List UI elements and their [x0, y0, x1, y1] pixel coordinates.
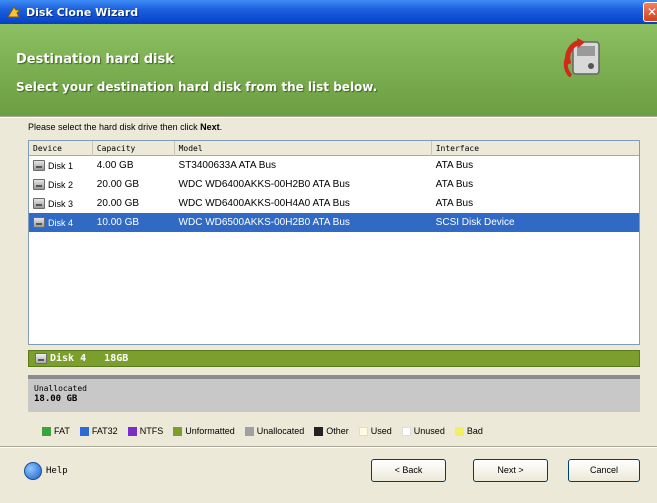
legend-swatch — [314, 426, 324, 436]
help-link[interactable]: Help — [24, 462, 68, 480]
device-cell: Disk 4 — [29, 217, 93, 228]
table-row-disk-3[interactable]: Disk 3 20.00 GB WDC WD6400AKKS-00H4A0 AT… — [29, 194, 639, 213]
legend-item-other: Other — [314, 426, 349, 436]
legend-label: FAT — [54, 426, 70, 436]
disk-clone-icon — [559, 36, 609, 82]
window-title: Disk Clone Wizard — [26, 5, 139, 19]
legend-item-ntfs: NTFS — [127, 426, 164, 436]
capacity-cell: 20.00 GB — [96, 198, 140, 209]
instruction-prefix: Please select the hard disk drive then c… — [28, 122, 201, 132]
legend-item-fat32: FAT32 — [79, 426, 118, 436]
page-title: Destination hard disk — [16, 52, 174, 67]
list-header: Device Capacity Model Interface — [29, 141, 639, 156]
column-header-model[interactable]: Model — [175, 141, 432, 156]
close-button[interactable]: ✕ — [643, 2, 657, 22]
legend-label: Unformatted — [185, 426, 235, 436]
legend-swatch — [42, 426, 51, 436]
interface-cell: ATA Bus — [435, 160, 474, 171]
legend-item-unallocated: Unallocated — [244, 426, 305, 436]
hard-disk-icon — [33, 217, 45, 228]
legend-swatch — [173, 426, 183, 436]
device-name: Disk 4 — [48, 217, 74, 228]
legend-item-unused: Unused — [401, 426, 445, 436]
capacity-cell: 4.00 GB — [96, 160, 134, 171]
cancel-button[interactable]: Cancel — [568, 459, 640, 482]
selected-disk-bar: Disk 4 18GB — [28, 350, 640, 367]
instruction-text: Please select the hard disk drive then c… — [28, 122, 222, 132]
header-divider — [0, 116, 657, 118]
model-cell: ST3400633A ATA Bus — [178, 160, 277, 171]
device-name: Disk 1 — [48, 160, 74, 171]
legend-swatch — [401, 426, 411, 436]
back-button[interactable]: < Back — [371, 459, 446, 482]
model-cell: WDC WD6500AKKS-00H2B0 ATA Bus — [178, 217, 350, 228]
device-cell: Disk 1 — [29, 160, 93, 171]
column-header-device[interactable]: Device — [29, 141, 93, 156]
hard-disk-icon — [33, 198, 45, 209]
legend-swatch — [79, 426, 89, 436]
disk-list[interactable]: Device Capacity Model Interface Disk 1 4… — [28, 140, 640, 345]
wizard-header: Destination hard disk Select your destin… — [0, 24, 657, 116]
device-cell: Disk 3 — [29, 198, 93, 209]
table-row-disk-2[interactable]: Disk 2 20.00 GB WDC WD6400AKKS-00H2B0 AT… — [29, 175, 639, 194]
device-name: Disk 2 — [48, 179, 74, 190]
page-subtitle: Select your destination hard disk from t… — [16, 80, 378, 94]
legend-label: Other — [326, 426, 349, 436]
interface-cell: SCSI Disk Device — [435, 217, 515, 228]
column-header-capacity[interactable]: Capacity — [93, 141, 175, 156]
legend-label: Unallocated — [256, 426, 305, 436]
legend-swatch — [358, 426, 368, 436]
partition-block-unallocated[interactable]: Unallocated 18.00 GB — [28, 375, 640, 412]
selected-disk-label: Disk 4 18GB — [50, 353, 129, 364]
model-cell: WDC WD6400AKKS-00H2B0 ATA Bus — [178, 179, 350, 190]
capacity-cell: 20.00 GB — [96, 179, 140, 190]
instruction-suffix: . — [219, 122, 223, 132]
table-row-disk-4[interactable]: Disk 4 10.00 GB WDC WD6500AKKS-00H2B0 AT… — [29, 213, 639, 232]
device-cell: Disk 2 — [29, 179, 93, 190]
partition-label: Unallocated — [34, 384, 87, 393]
legend-label: FAT32 — [91, 426, 118, 436]
legend-item-fat: FAT — [42, 426, 70, 436]
model-cell: WDC WD6400AKKS-00H4A0 ATA Bus — [178, 198, 350, 209]
capacity-cell: 10.00 GB — [96, 217, 140, 228]
hard-disk-icon — [33, 179, 45, 190]
legend-swatch — [127, 426, 137, 436]
help-globe-icon — [24, 462, 42, 480]
instruction-next-word: Next — [200, 122, 220, 132]
interface-cell: ATA Bus — [435, 198, 474, 209]
partition-legend: FAT FAT32 NTFS Unformatted Unallocated O… — [42, 426, 493, 436]
app-icon — [6, 4, 22, 20]
table-row-disk-1[interactable]: Disk 1 4.00 GB ST3400633A ATA Bus ATA Bu… — [29, 156, 639, 175]
column-header-interface[interactable]: Interface — [432, 141, 639, 156]
next-button[interactable]: Next > — [473, 459, 548, 482]
legend-swatch — [244, 426, 254, 436]
footer-divider — [0, 446, 657, 448]
legend-item-unformatted: Unformatted — [173, 426, 235, 436]
legend-label: Bad — [466, 426, 483, 436]
legend-label: Used — [370, 426, 392, 436]
hard-disk-icon — [33, 160, 45, 171]
legend-item-used: Used — [358, 426, 392, 436]
legend-swatch — [454, 426, 464, 436]
interface-cell: ATA Bus — [435, 179, 474, 190]
hard-disk-icon — [35, 353, 47, 364]
legend-item-bad: Bad — [454, 426, 483, 436]
legend-label: Unused — [413, 426, 445, 436]
title-bar: Disk Clone Wizard ✕ — [0, 0, 657, 24]
legend-label: NTFS — [139, 426, 164, 436]
help-label: Help — [46, 466, 68, 476]
partition-size: 18.00 GB — [34, 394, 78, 404]
device-name: Disk 3 — [48, 198, 74, 209]
